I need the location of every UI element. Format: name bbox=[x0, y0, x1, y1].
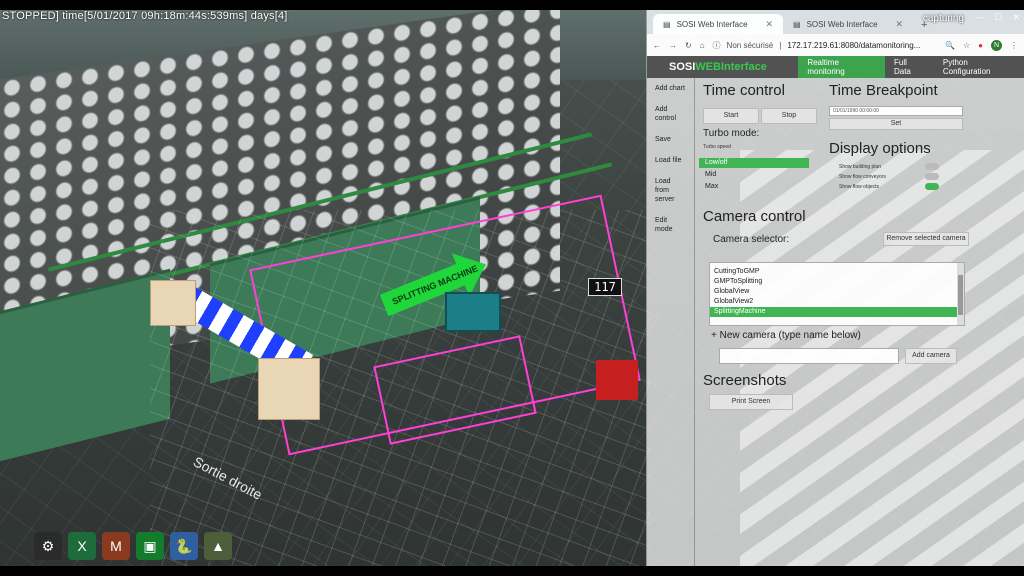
url-text: 172.17.219.61:8080/datamonitoring... bbox=[787, 40, 921, 50]
menu-icon[interactable]: ⋮ bbox=[1010, 41, 1018, 50]
security-label: Non sécurisé bbox=[726, 40, 774, 50]
camera-list[interactable]: CuttingToGMP GMPToSplitting GlobalView G… bbox=[709, 262, 965, 326]
option-flow-objects: Show flow objects bbox=[839, 184, 880, 190]
tank-app-icon[interactable]: ▲ bbox=[204, 532, 232, 560]
maximize-icon[interactable]: ☐ bbox=[994, 12, 1002, 23]
python-app-icon[interactable]: 🐍 bbox=[170, 532, 198, 560]
time-control-title: Time control bbox=[703, 82, 785, 99]
red-forklift bbox=[596, 360, 638, 400]
start-button[interactable]: Start bbox=[703, 108, 759, 124]
turbo-caption: Turbo speed bbox=[703, 144, 731, 150]
option-building-plan: Show building plan bbox=[839, 164, 881, 170]
tab-full-data[interactable]: Full Data bbox=[885, 56, 934, 78]
camera-item[interactable]: GMPToSplitting bbox=[710, 277, 964, 287]
camera-item[interactable]: GlobalView bbox=[710, 287, 964, 297]
close-icon[interactable]: ✕ bbox=[895, 19, 903, 30]
camera-item[interactable]: GlobalView2 bbox=[710, 297, 964, 307]
star-icon[interactable]: ☆ bbox=[963, 41, 970, 50]
profile-avatar[interactable]: N bbox=[991, 39, 1002, 51]
camera-control-title: Camera control bbox=[703, 208, 806, 225]
excel-app-icon[interactable]: X bbox=[68, 532, 96, 560]
browser-tab-1[interactable]: ▤ SOSI Web Interface ✕ bbox=[653, 14, 783, 34]
teal-bin bbox=[445, 292, 501, 332]
taskbar: ⚙ X M ▣ 🐍 ▲ bbox=[34, 532, 232, 560]
sidebar-item-load-from-server[interactable]: Load from server bbox=[647, 171, 694, 210]
cargo-box bbox=[258, 358, 320, 420]
minimize-icon[interactable]: — bbox=[975, 12, 984, 23]
sidebar-item-edit-mode[interactable]: Edit mode bbox=[647, 210, 694, 240]
app-logo: SOSIWEBInterface bbox=[669, 61, 798, 73]
letterbox-bottom bbox=[0, 566, 1024, 576]
building-plan-toggle[interactable] bbox=[925, 163, 939, 170]
tab-label: SOSI Web Interface bbox=[806, 19, 878, 29]
scroll-thumb[interactable] bbox=[958, 275, 963, 315]
address-bar: ← → ↻ ⌂ ⓘ Non sécurisé | 172.17.219.61:8… bbox=[647, 34, 1024, 56]
station-sign: 117 bbox=[588, 278, 622, 296]
tab-realtime-monitoring[interactable]: Realtime monitoring bbox=[798, 56, 885, 78]
turbo-option-max[interactable]: Max bbox=[699, 182, 809, 192]
logo-web: WEB bbox=[695, 61, 721, 73]
gear-app-icon[interactable]: ⚙ bbox=[34, 532, 62, 560]
screenshots-title: Screenshots bbox=[703, 372, 787, 389]
window-controls: — ☐ ✕ bbox=[975, 12, 1020, 23]
turbo-option-low[interactable]: Low/off bbox=[699, 158, 809, 168]
doc-icon: ▤ bbox=[663, 19, 671, 29]
browser-tabbar: ▤ SOSI Web Interface ✕ ▤ SOSI Web Interf… bbox=[647, 10, 1024, 34]
add-camera-button[interactable]: Add camera bbox=[905, 348, 957, 364]
simulation-status: STOPPED] time[5/01/2017 09h:18m:44s:539m… bbox=[2, 10, 288, 22]
set-breakpoint-button[interactable]: Set bbox=[829, 118, 963, 130]
circuit-app-icon[interactable]: ▣ bbox=[136, 532, 164, 560]
camera-list-scrollbar[interactable] bbox=[957, 263, 964, 325]
home-icon[interactable]: ⌂ bbox=[700, 41, 705, 50]
camera-item[interactable]: CuttingToGMP bbox=[710, 267, 964, 277]
flow-objects-toggle[interactable] bbox=[925, 183, 939, 190]
new-camera-input[interactable] bbox=[719, 348, 899, 364]
sidebar-item-load-file[interactable]: Load file bbox=[647, 150, 694, 171]
url-field[interactable]: ⓘ Non sécurisé | 172.17.219.61:8080/data… bbox=[713, 40, 937, 51]
info-icon: ⓘ bbox=[712, 40, 721, 50]
turbo-mode-title: Turbo mode: bbox=[703, 128, 760, 139]
print-screen-button[interactable]: Print Screen bbox=[709, 394, 793, 410]
forward-icon[interactable]: → bbox=[669, 41, 677, 50]
sidebar-item-add-chart[interactable]: Add chart bbox=[647, 78, 694, 99]
extension-icon[interactable]: ● bbox=[978, 41, 983, 50]
turbo-option-mid[interactable]: Mid bbox=[699, 170, 809, 180]
time-breakpoint-title: Time Breakpoint bbox=[829, 82, 938, 99]
back-icon[interactable]: ← bbox=[653, 41, 661, 50]
reload-icon[interactable]: ↻ bbox=[685, 41, 692, 50]
capturing-indicator: capturing bbox=[922, 13, 964, 24]
sidebar-item-save[interactable]: Save bbox=[647, 129, 694, 150]
camera-selector-label: Camera selector: bbox=[713, 234, 790, 245]
matlab-app-icon[interactable]: M bbox=[102, 532, 130, 560]
sidebar-item-add-control[interactable]: Add control bbox=[647, 99, 694, 129]
doc-icon: ▤ bbox=[793, 19, 801, 29]
option-flow-conveyors: Show flow conveyors bbox=[839, 174, 886, 180]
close-window-icon[interactable]: ✕ bbox=[1012, 12, 1020, 23]
logo-suffix: Interface bbox=[720, 61, 767, 73]
new-camera-label: + New camera (type name below) bbox=[711, 330, 861, 341]
dashboard-main: Time control Start Stop Turbo mode: Turb… bbox=[699, 78, 1024, 410]
url-separator: | bbox=[779, 40, 782, 50]
close-icon[interactable]: ✕ bbox=[765, 19, 773, 30]
browser-tab-2[interactable]: ▤ SOSI Web Interface ✕ bbox=[783, 14, 913, 34]
browser-window: ▤ SOSI Web Interface ✕ ▤ SOSI Web Interf… bbox=[646, 10, 1024, 566]
display-options-title: Display options bbox=[829, 140, 931, 157]
flow-conveyors-toggle[interactable] bbox=[925, 173, 939, 180]
zoom-icon[interactable]: 🔍 bbox=[945, 41, 955, 50]
sidebar: Add chart Add control Save Load file Loa… bbox=[647, 78, 695, 566]
letterbox-top bbox=[0, 0, 1024, 10]
tab-python-configuration[interactable]: Python Configuration bbox=[934, 56, 1024, 78]
cargo-box bbox=[150, 280, 196, 326]
remove-camera-button[interactable]: Remove selected camera bbox=[883, 232, 969, 246]
breakpoint-input[interactable]: 01/01/1990 00:00:00 bbox=[829, 106, 963, 116]
app-header: SOSIWEBInterface Realtime monitoring Ful… bbox=[647, 56, 1024, 78]
logo-prefix: SOSI bbox=[669, 61, 696, 73]
tab-label: SOSI Web Interface bbox=[676, 19, 748, 29]
stop-button[interactable]: Stop bbox=[761, 108, 817, 124]
camera-item-selected[interactable]: SplittingMachine bbox=[710, 307, 964, 317]
